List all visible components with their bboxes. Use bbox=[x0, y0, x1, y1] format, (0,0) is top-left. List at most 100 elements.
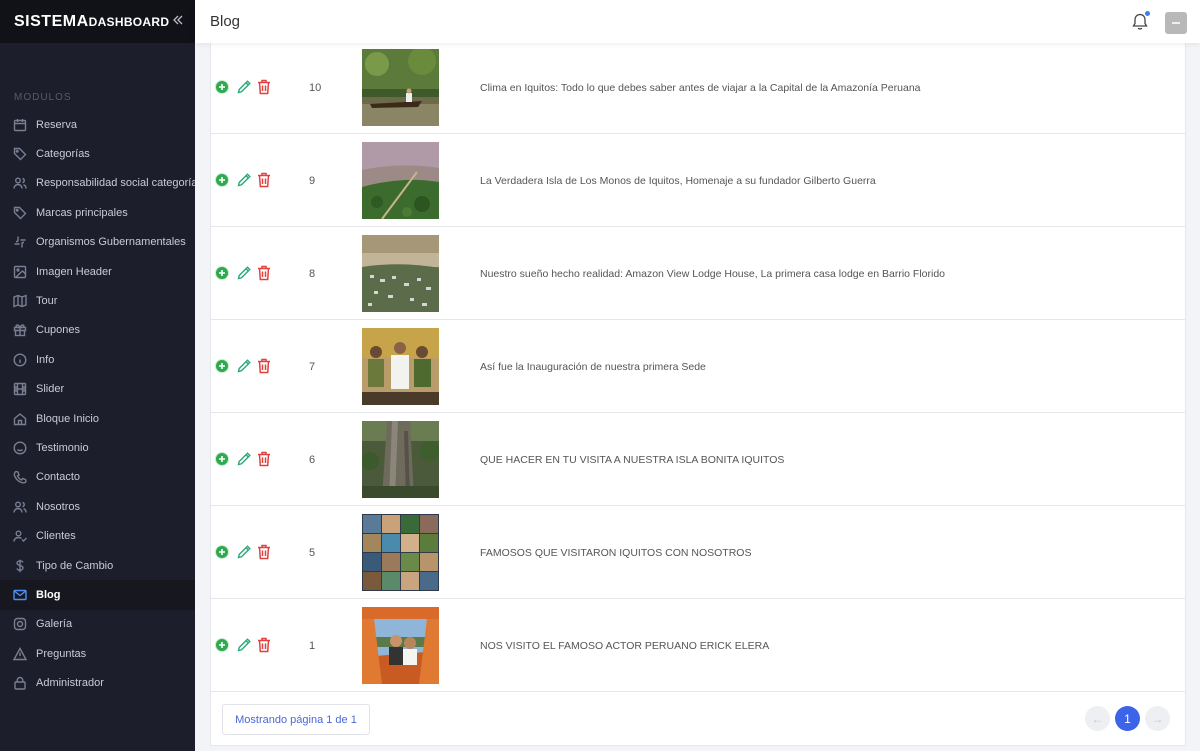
row-id: 10 bbox=[309, 82, 322, 94]
sidebar-item-label: Categorías bbox=[36, 148, 90, 161]
phone-icon bbox=[13, 471, 27, 484]
tag-icon bbox=[13, 206, 27, 220]
row-actions bbox=[215, 357, 272, 375]
post-thumbnail bbox=[362, 514, 439, 591]
sidebar-item-bloque-inicio[interactable]: Bloque Inicio bbox=[0, 404, 195, 433]
sidebar-item-label: Galería bbox=[36, 618, 73, 631]
delete-trash-icon[interactable] bbox=[256, 357, 272, 375]
brand-logo[interactable]: SISTEMA DASHBOARD bbox=[0, 0, 195, 43]
sidebar-item-categorias[interactable]: Categorías bbox=[0, 139, 195, 168]
table-row: 1 NOS VISITO EL FAMOSO ACTOR PERUANO ERIC… bbox=[211, 599, 1185, 692]
edit-pencil-icon[interactable] bbox=[236, 172, 252, 188]
post-title: Clima en Iquitos: Todo lo que debes sabe… bbox=[480, 82, 921, 94]
row-id: 1 bbox=[309, 640, 316, 652]
chevrons-left-icon[interactable] bbox=[171, 13, 185, 27]
mail-icon bbox=[13, 589, 27, 601]
sidebar-item-organismos-gubernamentales[interactable]: Organismos Gubernamentales bbox=[0, 228, 195, 257]
sidebar-item-clientes[interactable]: Clientes bbox=[0, 521, 195, 550]
users-icon bbox=[13, 501, 27, 513]
sidebar-item-label: Organismos Gubernamentales bbox=[36, 236, 186, 249]
edit-pencil-icon[interactable] bbox=[236, 79, 252, 95]
lock-icon bbox=[14, 676, 26, 690]
edit-pencil-icon[interactable] bbox=[236, 544, 252, 560]
sidebar-item-responsabilidad-social-categoria[interactable]: Responsabilidad social categoría bbox=[0, 169, 195, 198]
page-1-button[interactable]: 1 bbox=[1115, 706, 1140, 731]
edit-pencil-icon[interactable] bbox=[236, 358, 252, 374]
sidebar-item-blog[interactable]: Blog bbox=[0, 580, 195, 610]
delete-trash-icon[interactable] bbox=[256, 636, 272, 654]
edit-pencil-icon[interactable] bbox=[236, 637, 252, 653]
next-page-button[interactable]: → bbox=[1145, 706, 1170, 731]
table-row: 9 La Verdadera Isla de Los Monos de Iquit… bbox=[211, 134, 1185, 227]
add-icon[interactable] bbox=[215, 80, 229, 94]
sidebar-item-slider[interactable]: Slider bbox=[0, 375, 195, 404]
sidebar-item-tour[interactable]: Tour bbox=[0, 286, 195, 315]
section-label: MODULOS bbox=[14, 92, 72, 103]
sidebar-item-info[interactable]: Info bbox=[0, 345, 195, 374]
sidebar-item-preguntas[interactable]: Preguntas bbox=[0, 639, 195, 668]
sidebar-item-label: Preguntas bbox=[36, 647, 87, 660]
sidebar-item-reserva[interactable]: Reserva bbox=[0, 110, 195, 139]
row-id: 6 bbox=[309, 454, 316, 466]
row-actions bbox=[215, 543, 272, 561]
post-title: Nuestro sueño hecho realidad: Amazon Vie… bbox=[480, 268, 945, 280]
gift-icon bbox=[13, 324, 27, 337]
users-icon bbox=[13, 177, 27, 190]
map-icon bbox=[13, 294, 27, 308]
row-actions bbox=[215, 636, 272, 654]
add-icon[interactable] bbox=[215, 266, 229, 280]
sidebar-item-label: Responsabilidad social categoría bbox=[36, 177, 195, 190]
sidebar-item-tipo-de-cambio[interactable]: Tipo de Cambio bbox=[0, 551, 195, 580]
film-icon bbox=[13, 383, 27, 396]
sidebar-item-marcas-principales[interactable]: Marcas principales bbox=[0, 198, 195, 227]
delete-trash-icon[interactable] bbox=[256, 264, 272, 282]
delete-trash-icon[interactable] bbox=[256, 543, 272, 561]
add-icon[interactable] bbox=[215, 359, 229, 373]
post-title: QUE HACER EN TU VISITA A NUESTRA ISLA BO… bbox=[480, 454, 785, 466]
table-row: 8 Nuestro sueño hecho realidad: Amazon Vi… bbox=[211, 227, 1185, 320]
avatar[interactable] bbox=[1165, 12, 1187, 34]
instagram-icon bbox=[13, 618, 27, 631]
edit-pencil-icon[interactable] bbox=[236, 451, 252, 467]
sidebar-item-label: Clientes bbox=[36, 530, 76, 543]
add-icon[interactable] bbox=[215, 452, 229, 466]
sidebar-item-cupones[interactable]: Cupones bbox=[0, 316, 195, 345]
calendar-icon bbox=[13, 118, 27, 131]
post-title: Así fue la Inauguración de nuestra prime… bbox=[480, 361, 706, 373]
sidebar-item-label: Tipo de Cambio bbox=[36, 559, 114, 572]
add-icon[interactable] bbox=[215, 173, 229, 187]
edit-pencil-icon[interactable] bbox=[236, 265, 252, 281]
add-icon[interactable] bbox=[215, 638, 229, 652]
row-id: 8 bbox=[309, 268, 316, 280]
post-thumbnail bbox=[362, 607, 439, 684]
sidebar-item-label: Tour bbox=[36, 295, 58, 308]
sidebar-item-label: Nosotros bbox=[36, 500, 81, 513]
brand-part2: DASHBOARD bbox=[88, 14, 170, 29]
sidebar-item-label: Cupones bbox=[36, 324, 81, 337]
sidebar-menu: Reserva Categorías Responsabilidad social … bbox=[0, 110, 195, 698]
sidebar-item-label: Info bbox=[36, 353, 55, 366]
sidebar-item-label: Blog bbox=[36, 588, 61, 601]
sidebar-item-administrador[interactable]: Administrador bbox=[0, 668, 195, 697]
row-actions bbox=[215, 78, 272, 96]
home-icon bbox=[13, 412, 27, 425]
post-thumbnail bbox=[362, 49, 439, 126]
user-check-icon bbox=[13, 530, 27, 543]
table-row: 10 Clima en Iquitos: Todo lo que debes sa… bbox=[211, 41, 1185, 134]
sidebar-item-imagen-header[interactable]: Imagen Header bbox=[0, 257, 195, 286]
sidebar-item-galeria[interactable]: Galería bbox=[0, 610, 195, 639]
delete-trash-icon[interactable] bbox=[256, 450, 272, 468]
post-thumbnail bbox=[362, 142, 439, 219]
add-icon[interactable] bbox=[215, 545, 229, 559]
row-id: 5 bbox=[309, 547, 316, 559]
delete-trash-icon[interactable] bbox=[256, 171, 272, 189]
sidebar-item-label: Imagen Header bbox=[36, 265, 112, 278]
sidebar-item-testimonio[interactable]: Testimonio bbox=[0, 433, 195, 462]
post-thumbnail bbox=[362, 421, 439, 498]
delete-trash-icon[interactable] bbox=[256, 78, 272, 96]
page-title: Blog bbox=[210, 13, 241, 30]
sidebar-item-nosotros[interactable]: Nosotros bbox=[0, 492, 195, 521]
sidebar-item-contacto[interactable]: Contacto bbox=[0, 463, 195, 492]
prev-page-button[interactable]: ← bbox=[1085, 706, 1110, 731]
sidebar-item-label: Administrador bbox=[36, 677, 104, 690]
